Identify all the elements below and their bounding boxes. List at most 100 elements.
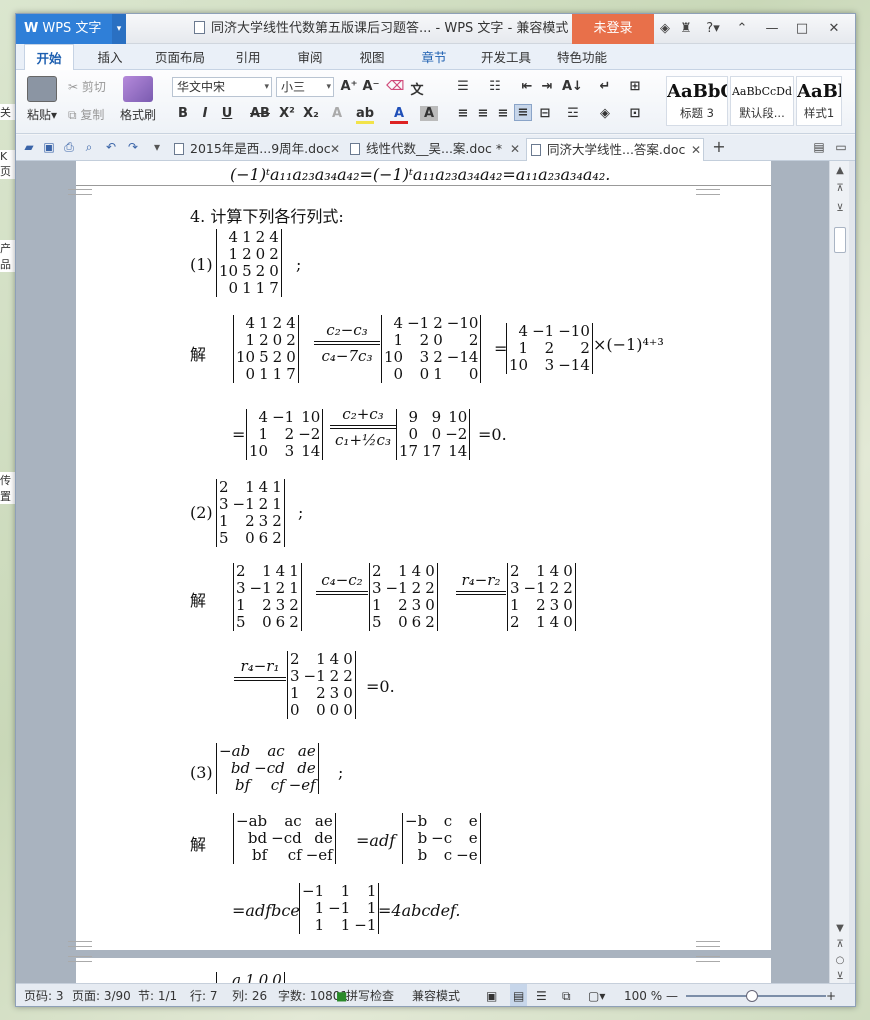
sort-icon[interactable]: A↓ [562,79,583,94]
align-left-icon[interactable]: ≡ [454,106,472,121]
matrix-cell: e [468,829,478,847]
vertical-scrollbar[interactable]: ▲ ⊼ ⊻ ▼ ⊼ ○ ⊻ [829,161,849,983]
print-icon[interactable]: ⎙ [62,140,76,154]
paragraph-mark-icon[interactable]: ↵ [596,79,614,94]
bold-icon[interactable]: B [174,106,192,121]
chevron-down-icon[interactable]: ▾ [150,140,164,154]
font-family-select[interactable]: 华文中宋 ▾ [172,77,272,97]
login-button[interactable]: 未登录 [572,14,654,44]
italic-icon[interactable]: I [196,106,214,121]
zoom-in-icon[interactable]: + [826,984,836,1006]
scroll-up-icon[interactable]: ▲ [830,165,850,176]
bullet-list-icon[interactable]: ☰ [454,79,472,94]
skin-icon[interactable]: ◈ [656,14,674,44]
next-page-icon[interactable]: ⊻ [830,971,850,982]
close-tab-icon[interactable]: ✕ [330,138,340,160]
close-tab-icon[interactable]: ✕ [691,139,701,161]
char-shading-icon[interactable]: A [420,106,438,121]
shading-icon[interactable]: ◈ [596,106,614,121]
app-menu-button[interactable]: W WPS 文字 ▾ [16,14,126,44]
increase-indent-icon[interactable]: ⇥ [538,79,556,94]
align-right-icon[interactable]: ≡ [494,106,512,121]
tab-developer[interactable]: 开发工具 [474,44,538,70]
tab-chapter[interactable]: 章节 [412,44,456,70]
font-size-select[interactable]: 小三 ▾ [276,77,334,97]
tab-references[interactable]: 引用 [226,44,270,70]
grow-font-icon[interactable]: A⁺ [340,79,358,94]
zoom-slider-thumb[interactable] [746,990,758,1002]
phonetic-icon[interactable]: 文 [408,79,426,98]
undo-icon[interactable]: ↶ [104,140,118,154]
tab-features[interactable]: 特色功能 [550,44,614,70]
operation-top: c₄−c₂ [321,571,363,589]
decrease-indent-icon[interactable]: ⇤ [518,79,536,94]
tab-home[interactable]: 开始 [24,44,74,71]
scroll-down-icon[interactable]: ▼ [830,923,850,934]
style-style1[interactable]: AaBb 样式1 [796,76,842,126]
tab-insert[interactable]: 插入 [88,44,132,70]
zoom-out-icon[interactable]: — [666,984,678,1006]
style-default[interactable]: AaBbCcDd 默认段... [730,76,794,126]
page-up-icon[interactable]: ⊼ [830,183,850,194]
matrix-row: 2140 [508,614,575,631]
select-browse-icon[interactable]: ○ [830,955,850,966]
tab-review[interactable]: 审阅 [288,44,332,70]
save-icon[interactable]: ▣ [42,140,56,154]
copy-button[interactable]: ⧉ 复制 [68,106,104,123]
border-icon[interactable]: ⊡ [626,106,644,121]
matrix-cell: −14 [446,348,479,366]
justify-icon[interactable]: ≡ [514,104,532,121]
print-preview-icon[interactable]: ⌕ [82,140,96,154]
new-tab-icon[interactable]: + [712,139,726,155]
help-button[interactable]: ?▾ [700,14,726,44]
paste-button[interactable]: 粘贴▾ [22,74,62,123]
tab-list-icon[interactable]: ▤ [812,140,826,154]
shrink-font-icon[interactable]: A⁻ [362,79,380,94]
align-center-icon[interactable]: ≡ [474,106,492,121]
subscript-icon[interactable]: X₂ [302,106,320,121]
font-color-icon[interactable]: A [390,106,408,124]
clear-format-icon[interactable]: ⌫ [386,79,404,94]
distribute-icon[interactable]: ⊟ [536,106,554,121]
open-folder-icon[interactable]: ▰ [22,140,36,154]
scroll-thumb[interactable] [834,227,846,253]
web-view-icon[interactable]: ⧉ [562,984,571,1006]
close-tab-icon[interactable]: ✕ [510,138,520,160]
tab-close-all-icon[interactable]: ▭ [834,140,848,154]
cut-button[interactable]: ✂ 剪切 [68,78,106,95]
redo-icon[interactable]: ↷ [126,140,140,154]
close-icon[interactable]: ✕ [824,14,844,44]
fullscreen-icon[interactable]: ▣ [486,984,497,1006]
chevron-down-icon[interactable]: ▾ [112,14,126,44]
page-corner-mark [68,189,92,195]
line-spacing-icon[interactable]: ☲ [564,106,582,121]
tab-page-layout[interactable]: 页面布局 [146,44,214,70]
doc-tab-1[interactable]: 2015年是西...9周年.doc ✕ [170,138,342,161]
prev-page-icon[interactable]: ⊼ [830,939,850,950]
zoom-level[interactable]: 100 % [624,984,662,1006]
minimize-icon[interactable]: — [762,14,782,44]
table-icon[interactable]: ⊞ [626,79,644,94]
text-effect-icon[interactable]: A [328,106,346,121]
doc-tab-2[interactable]: 线性代数__吴...案.doc * ✕ [346,138,522,161]
style-heading3[interactable]: AaBbC 标题 3 [666,76,728,126]
shirt-icon[interactable]: ♜ [676,14,696,44]
highlight-icon[interactable]: ab [356,106,374,124]
document-page[interactable]: (−1)ᵗa₁₁a₂₃a₃₄a₄₂=(−1)ᵗa₁₁a₂₃a₃₄a₄₂=a₁₁a… [68,161,771,951]
strikethrough-icon[interactable]: AB [248,106,272,121]
number-list-icon[interactable]: ☷ [486,79,504,94]
page-view-icon[interactable]: ▤ [510,984,528,1006]
tab-view[interactable]: 视图 [350,44,394,70]
underline-icon[interactable]: U [218,106,236,121]
superscript-icon[interactable]: X² [278,106,296,121]
next-page[interactable]: a100−1b10 [68,956,771,983]
wps-window: W WPS 文字 ▾ 同济大学线性代数第五版课后习题答... - WPS 文字 - … [15,13,856,1007]
maximize-icon[interactable]: □ [792,14,812,44]
ribbon-collapse-icon[interactable]: ⌃ [732,14,752,44]
reading-view-icon[interactable]: ▢▾ [588,984,605,1006]
page-down-icon[interactable]: ⊻ [830,203,850,214]
status-spellcheck[interactable]: 拼写检查 [346,984,394,1006]
doc-tab-3[interactable]: 同济大学线性...答案.doc ✕ [526,138,704,161]
outline-view-icon[interactable]: ☰ [536,984,547,1006]
format-painter-button[interactable]: 格式刷 [116,74,160,123]
